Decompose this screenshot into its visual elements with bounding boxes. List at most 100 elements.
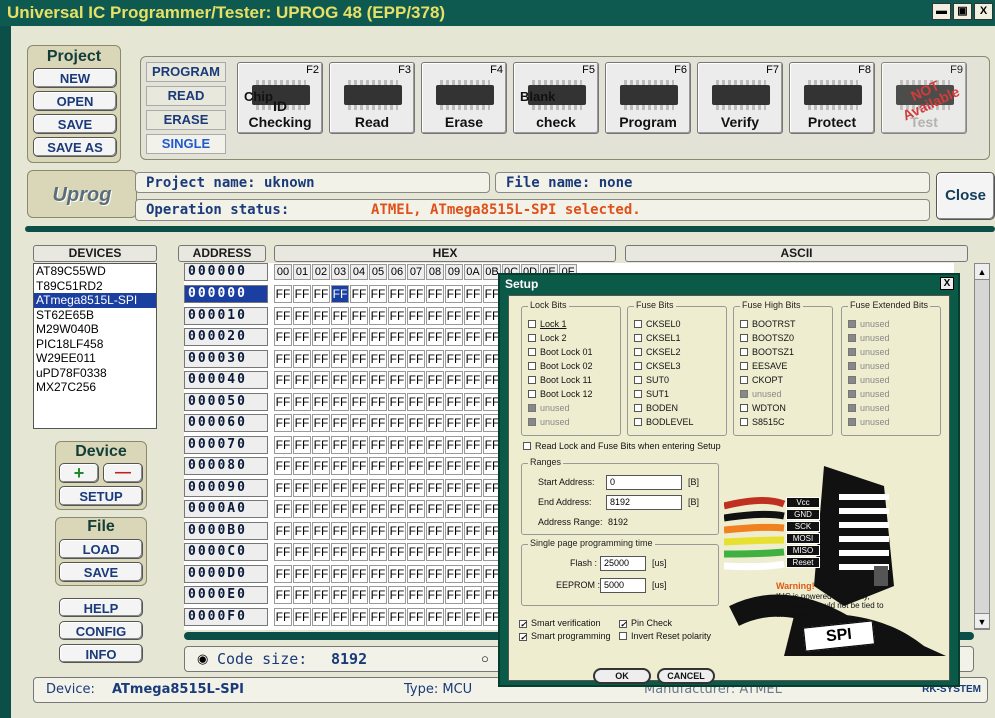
setup-ok-button[interactable]: OK bbox=[593, 668, 651, 684]
end-address-input[interactable]: 8192 bbox=[606, 495, 682, 510]
hex-cell[interactable]: FF bbox=[312, 457, 330, 475]
hex-cell[interactable]: FF bbox=[445, 306, 463, 325]
hex-cell[interactable]: FF bbox=[464, 500, 482, 518]
bit-checkbox[interactable]: EESAVE bbox=[740, 361, 787, 371]
setup-close-button[interactable]: X bbox=[940, 277, 954, 290]
open-project-button[interactable]: OPEN bbox=[33, 91, 117, 111]
hex-cell[interactable]: FF bbox=[274, 371, 292, 389]
hex-cell[interactable]: FF bbox=[331, 285, 349, 303]
hex-cell[interactable]: FF bbox=[274, 392, 292, 411]
maximize-button[interactable]: ▣ bbox=[953, 3, 972, 20]
hex-cell[interactable]: FF bbox=[464, 414, 482, 432]
hex-cell[interactable]: FF bbox=[407, 392, 425, 411]
hex-cell[interactable]: FF bbox=[445, 607, 463, 626]
smart-programming-checkbox[interactable]: Smart programming bbox=[519, 631, 611, 641]
config-button[interactable]: CONFIG bbox=[59, 621, 143, 640]
eeprom-time-input[interactable]: 5000 bbox=[600, 578, 646, 593]
hex-cell[interactable]: FF bbox=[274, 328, 292, 346]
hex-cell[interactable]: FF bbox=[388, 543, 406, 561]
hex-cell[interactable]: FF bbox=[293, 306, 311, 325]
hex-cell[interactable]: FF bbox=[331, 586, 349, 604]
hex-cell[interactable]: FF bbox=[369, 457, 387, 475]
hex-cell[interactable]: FF bbox=[350, 371, 368, 389]
close-project-button[interactable]: Close bbox=[936, 172, 995, 220]
save-file-button[interactable]: SAVE bbox=[59, 562, 143, 582]
hex-cell[interactable]: FF bbox=[388, 521, 406, 540]
hex-cell[interactable]: FF bbox=[312, 435, 330, 454]
hex-cell[interactable]: FF bbox=[274, 564, 292, 583]
hex-cell[interactable]: FF bbox=[274, 457, 292, 475]
hex-cell[interactable]: FF bbox=[312, 306, 330, 325]
hex-cell[interactable]: FF bbox=[426, 543, 444, 561]
setup-cancel-button[interactable]: CANCEL bbox=[657, 668, 715, 684]
hex-cell[interactable]: FF bbox=[445, 414, 463, 432]
hex-cell[interactable]: FF bbox=[369, 306, 387, 325]
address-cell[interactable]: 0000C0 bbox=[184, 543, 268, 561]
hex-cell[interactable]: FF bbox=[464, 457, 482, 475]
bit-checkbox[interactable]: BODLEVEL bbox=[634, 417, 694, 427]
hex-cell[interactable]: FF bbox=[331, 414, 349, 432]
device-list-item[interactable]: AT89C55WD bbox=[34, 264, 156, 279]
hex-cell[interactable]: FF bbox=[331, 392, 349, 411]
address-cell[interactable]: 000040 bbox=[184, 371, 268, 389]
hex-cell[interactable]: FF bbox=[350, 586, 368, 604]
hex-cell[interactable]: FF bbox=[331, 328, 349, 346]
hex-cell[interactable]: FF bbox=[369, 564, 387, 583]
hex-cell[interactable]: FF bbox=[464, 564, 482, 583]
save-project-button[interactable]: SAVE bbox=[33, 114, 117, 134]
remove-device-button[interactable]: — bbox=[103, 463, 143, 483]
start-address-input[interactable]: 0 bbox=[606, 475, 682, 490]
hex-cell[interactable]: FF bbox=[426, 371, 444, 389]
bit-checkbox[interactable]: BOOTRST bbox=[740, 319, 796, 329]
bit-checkbox[interactable]: CKSEL0 bbox=[634, 319, 681, 329]
hex-cell[interactable]: FF bbox=[350, 564, 368, 583]
hex-cell[interactable]: FF bbox=[426, 521, 444, 540]
hex-cell[interactable]: FF bbox=[407, 543, 425, 561]
hex-cell[interactable]: FF bbox=[388, 414, 406, 432]
hex-cell[interactable]: FF bbox=[369, 586, 387, 604]
tool-button-f5[interactable]: F5 Blank check bbox=[513, 62, 599, 134]
hex-cell[interactable]: FF bbox=[426, 328, 444, 346]
hex-cell[interactable]: FF bbox=[274, 285, 292, 303]
hex-cell[interactable]: FF bbox=[274, 500, 292, 518]
load-file-button[interactable]: LOAD bbox=[59, 539, 143, 559]
device-list-item[interactable]: ST62E65B bbox=[34, 308, 156, 323]
hex-cell[interactable]: FF bbox=[407, 586, 425, 604]
hex-cell[interactable]: FF bbox=[312, 543, 330, 561]
hex-cell[interactable]: FF bbox=[312, 328, 330, 346]
hex-cell[interactable]: FF bbox=[293, 607, 311, 626]
hex-cell[interactable]: FF bbox=[312, 586, 330, 604]
hex-cell[interactable]: FF bbox=[445, 543, 463, 561]
hex-cell[interactable]: FF bbox=[293, 371, 311, 389]
hex-cell[interactable]: FF bbox=[331, 371, 349, 389]
hex-cell[interactable]: FF bbox=[388, 435, 406, 454]
hex-cell[interactable]: FF bbox=[350, 285, 368, 303]
hex-cell[interactable]: FF bbox=[464, 586, 482, 604]
hex-cell[interactable]: FF bbox=[426, 564, 444, 583]
hex-cell[interactable]: FF bbox=[445, 521, 463, 540]
hex-cell[interactable]: FF bbox=[312, 371, 330, 389]
address-cell[interactable]: 000010 bbox=[184, 306, 268, 325]
mode-single[interactable]: SINGLE bbox=[146, 134, 226, 154]
hex-cell[interactable]: FF bbox=[369, 543, 387, 561]
read-on-enter-checkbox[interactable]: Read Lock and Fuse Bits when entering Se… bbox=[523, 441, 721, 451]
hex-cell[interactable]: FF bbox=[274, 607, 292, 626]
hex-cell[interactable]: FF bbox=[274, 435, 292, 454]
hex-cell[interactable]: FF bbox=[312, 607, 330, 626]
close-window-button[interactable]: X bbox=[974, 3, 993, 20]
hex-cell[interactable]: FF bbox=[331, 349, 349, 368]
hex-cell[interactable]: FF bbox=[445, 586, 463, 604]
tool-button-f7[interactable]: F7 Verify bbox=[697, 62, 783, 134]
hex-cell[interactable]: FF bbox=[293, 392, 311, 411]
hex-cell[interactable]: FF bbox=[331, 521, 349, 540]
hex-cell[interactable]: FF bbox=[331, 607, 349, 626]
bit-checkbox[interactable]: CKSEL2 bbox=[634, 347, 681, 357]
hex-cell[interactable]: FF bbox=[388, 478, 406, 497]
hex-cell[interactable]: FF bbox=[312, 500, 330, 518]
hex-cell[interactable]: FF bbox=[350, 392, 368, 411]
hex-cell[interactable]: FF bbox=[274, 543, 292, 561]
info-button[interactable]: INFO bbox=[59, 644, 143, 663]
hex-cell[interactable]: FF bbox=[426, 392, 444, 411]
invert-reset-checkbox[interactable]: Invert Reset polarity bbox=[619, 631, 711, 641]
hex-cell[interactable]: FF bbox=[388, 285, 406, 303]
